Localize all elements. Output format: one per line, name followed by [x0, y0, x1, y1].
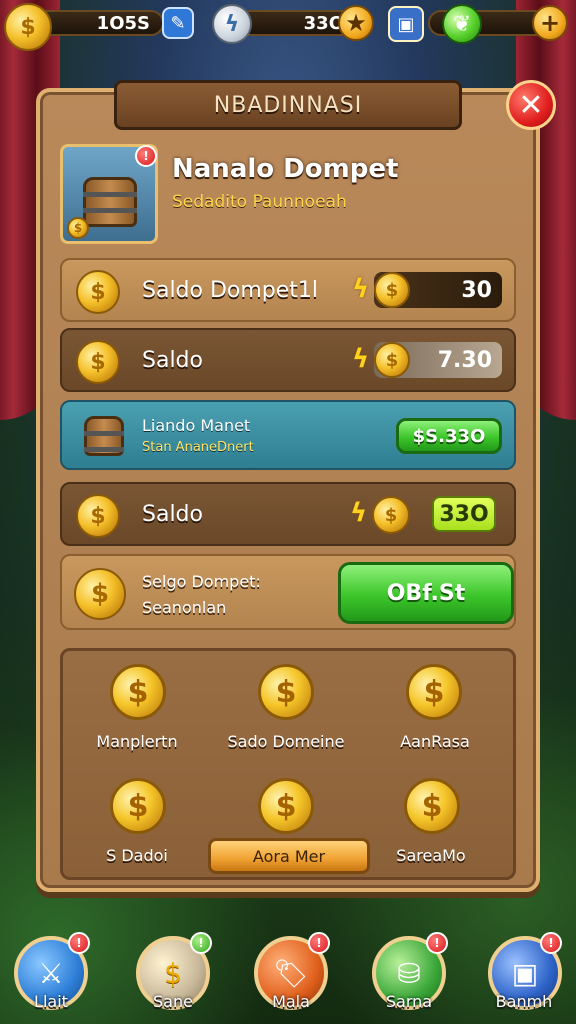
chest-icon: ▣: [511, 956, 539, 990]
wallet-item-card: $ !: [60, 144, 158, 244]
coin-icon: $: [76, 494, 120, 538]
row-subtitle: Stan AnaneDnert: [142, 440, 254, 455]
row-value: 33O: [432, 496, 496, 532]
bucket-icon: ⛁: [397, 956, 421, 990]
lightning-icon: ϟ: [212, 4, 252, 44]
notification-badge: !: [68, 932, 90, 954]
barrel-icon: [84, 416, 124, 456]
leaf-icon: ❦: [442, 4, 482, 44]
tag-icon: 🏷: [273, 956, 309, 990]
coins-resource[interactable]: 1O5S $ ✎: [4, 3, 194, 51]
notification-badge: !: [540, 932, 562, 954]
coin-icon: $: [164, 956, 182, 990]
saldo-row: $ Saldo ϟ 7.30 $: [60, 328, 516, 392]
coin-icon[interactable]: $: [404, 778, 460, 834]
coin-icon: $: [76, 340, 120, 384]
row-subtitle: Seanonlan: [142, 598, 227, 617]
coin-icon[interactable]: $: [110, 778, 166, 834]
coin-icon: $: [374, 272, 410, 308]
buy-button[interactable]: $S.33O: [396, 418, 502, 454]
coin-refresh-icon: $: [74, 568, 126, 620]
row-label: Saldo Dompet1l: [142, 278, 319, 303]
coin-icon[interactable]: $: [406, 664, 462, 720]
barrel-icon: [83, 177, 137, 227]
row-title: Liando Manet: [142, 416, 251, 435]
claim-button[interactable]: OBf.St: [338, 562, 514, 624]
coins-value: 1O5S: [34, 10, 164, 36]
center-action-button[interactable]: Aora Mer: [208, 838, 370, 874]
sword-icon: ⚔: [38, 956, 64, 990]
nav-label: Llait: [34, 992, 68, 1011]
nav-label: Sarna: [385, 992, 433, 1011]
row-label: Saldo: [142, 348, 203, 373]
add-gems-button[interactable]: +: [532, 5, 568, 41]
energy-resource[interactable]: 33O ϟ ★: [212, 4, 378, 44]
grid-label: Manplertn: [96, 732, 178, 751]
card-icon: ✎: [162, 7, 194, 39]
coin-icon[interactable]: $: [258, 778, 314, 834]
wallet-subtitle: Sedadito Paunnoeah: [172, 192, 347, 212]
coin-icon: $: [374, 342, 410, 378]
row-label: Saldo: [142, 502, 203, 527]
lightning-icon: ϟ: [352, 344, 370, 374]
wallet-title: Nanalo Dompet: [172, 154, 399, 184]
saldo-row-2: $ Saldo ϟ $ 33O: [60, 482, 516, 546]
dialog-title: NBADINNASI: [114, 80, 462, 130]
grid-label: Sado Domeine: [227, 732, 345, 751]
coin-icon: $: [4, 3, 52, 51]
gift-box-icon: ▣: [388, 6, 424, 42]
gems-resource[interactable]: ▣ ❦ +: [388, 4, 572, 44]
selgo-row: $ Selgo Dompet: Seanonlan OBf.St: [60, 554, 516, 630]
nav-label: Banmh: [495, 992, 553, 1011]
lightning-icon: ϟ: [352, 274, 370, 304]
nav-label: Mala: [272, 992, 310, 1011]
small-coin-icon: $: [67, 217, 89, 239]
nav-label: Sane: [153, 992, 193, 1011]
lianda-row: Liando Manet Stan AnaneDnert $S.33O: [60, 400, 516, 470]
grid-label: AanRasa: [400, 732, 470, 751]
coin-icon[interactable]: $: [110, 664, 166, 720]
notification-badge: !: [135, 145, 157, 167]
coin-icon: $: [372, 496, 410, 534]
wallet-balance-row: $ Saldo Dompet1l ϟ 30 $: [60, 258, 516, 322]
lightning-icon: ϟ: [350, 498, 368, 528]
coin-icon[interactable]: $: [258, 664, 314, 720]
row-title: Selgo Dompet:: [142, 572, 261, 591]
close-button[interactable]: ✕: [506, 80, 556, 130]
notification-badge: !: [190, 932, 212, 954]
star-icon: ★: [338, 5, 374, 41]
grid-label: S Dadoi: [106, 846, 168, 865]
notification-badge: !: [426, 932, 448, 954]
notification-badge: !: [308, 932, 330, 954]
grid-label: SareaMo: [396, 846, 466, 865]
coin-icon: $: [76, 270, 120, 314]
